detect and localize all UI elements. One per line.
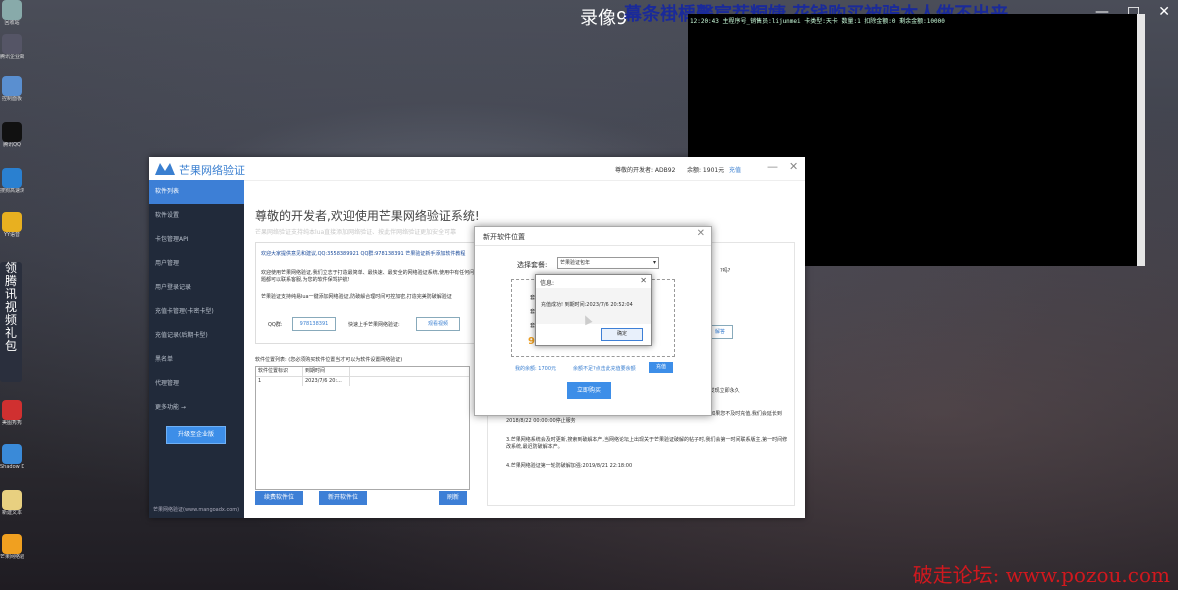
sidebar-item[interactable]: 更多功能 → [149, 396, 244, 420]
desktop-icon[interactable]: 腾讯QQ [0, 122, 24, 148]
sidebar-item[interactable]: 用户管理 [149, 252, 244, 276]
desktop-icon-label: 美图秀秀 [1, 420, 22, 426]
close-icon[interactable]: ✕ [1158, 4, 1170, 20]
desktop-icon-label: 腾讯企业邮 [0, 54, 24, 60]
cell-slot-id: 1 [256, 377, 303, 386]
console-scrollbar[interactable] [1137, 14, 1145, 266]
sidebar-item[interactable]: 软件列表 [149, 180, 244, 204]
app-shortcut-icon [2, 34, 22, 54]
announcement-4: 4.芒果网络验证第一轮防破解加强:2019/8/21 22:18:00 [506, 463, 633, 469]
balance-note[interactable]: 余额不足?点击此充值要余额 [573, 365, 636, 372]
watermark: 破走论坛: www.pozou.com [912, 563, 1170, 587]
app-minimize-icon[interactable]: — [767, 160, 778, 173]
sidebar-item[interactable]: 充值卡管理(卡密卡型) [149, 300, 244, 324]
notice-panel: 欢迎大家提供意见和建议,QQ:3558389921 QQ群:978138391 … [255, 242, 479, 344]
recorder-title: 录像9 [580, 8, 628, 29]
col-header-expiry: 到期时间 [303, 367, 350, 376]
watch-video-button[interactable]: 观看视频 [416, 317, 460, 331]
buy-now-button[interactable]: 立即购买 [567, 382, 611, 399]
chevron-down-icon: ▾ [652, 259, 656, 266]
app-shortcut-icon [2, 122, 22, 142]
dialog-recharge-button[interactable]: 充值 [649, 362, 673, 373]
desktop-icon[interactable]: YY语音 [0, 212, 24, 238]
sidebar-item[interactable]: 软件设置 [149, 204, 244, 228]
sidebar-footer: 芒果网络验证(www.mangoadx.com) [153, 507, 240, 513]
slot-list-title: 软件位置列表: (您必须购买软件位置当才可以为软件设置网络验证) [255, 357, 403, 363]
message-close-icon[interactable]: ✕ [640, 276, 647, 285]
app-shortcut-icon [2, 444, 22, 464]
desktop-icon[interactable]: 芒果网络验证 [0, 534, 24, 560]
notice-line-3: 芒果验证支持纯易lua一键添加网络验证,防破解合理时间可控加密,打造完美防破解验… [261, 294, 452, 300]
desktop-icon[interactable]: 搜狗高速浏览器 [0, 168, 24, 194]
app-shortcut-icon [2, 0, 22, 20]
desktop-icon-label: 回收站 [4, 20, 20, 26]
notice-line-2: 欢迎使用芒果网络验证,我们立志于打造最简单、最快速、最安全的网络验证系统,使用中… [261, 270, 475, 283]
mango-logo-icon [155, 163, 175, 175]
cell-expiry: 2023/7/6 20:... [303, 377, 350, 386]
col-header-slot-id: 软件位置标识 [256, 367, 303, 376]
desktop-icon[interactable]: 新建文本 [0, 490, 24, 516]
recharge-link[interactable]: 充值 [729, 165, 741, 174]
slot-table[interactable]: 软件位置标识 到期时间 1 2023/7/6 20:... [255, 366, 470, 490]
qq-group-button[interactable]: 978138391 [292, 317, 336, 331]
dialog-close-icon[interactable]: ✕ [697, 228, 705, 239]
upgrade-enterprise-button[interactable]: 升级至企业版 [166, 426, 226, 444]
message-title: 信息: [540, 280, 555, 287]
sidebar-item[interactable]: 卡包管理API [149, 228, 244, 252]
desktop-icon-label: 芒果网络验证 [0, 554, 24, 560]
welcome-heading: 尊敬的开发者,欢迎使用芒果网络验证系统! [255, 209, 480, 223]
sidebar-item[interactable]: 用户登录记录 [149, 276, 244, 300]
account-balance: 余额: 1901元 [687, 167, 725, 174]
sidebar-item[interactable]: 黑名单 [149, 348, 244, 372]
dialog-divider [475, 245, 711, 246]
app-shortcut-icon [2, 400, 22, 420]
app-header: 芒果网络验证 尊敬的开发者: ADB92 余额: 1901元 充值 — ✕ [149, 157, 805, 181]
app-close-icon[interactable]: ✕ [789, 160, 798, 173]
ok-button[interactable]: 确定 [601, 328, 643, 341]
desktop-icon-label: Shadow Defender [0, 464, 24, 470]
table-header: 软件位置标识 到期时间 [256, 367, 469, 377]
faq-question: ?吗? [720, 268, 731, 274]
app-shortcut-icon [2, 490, 22, 510]
renew-slot-button[interactable]: 续费软件位 [255, 491, 303, 505]
package-label: 选择套餐: [517, 261, 548, 269]
app-shortcut-icon [2, 212, 22, 232]
app-shortcut-icon [2, 534, 22, 554]
quick-start-label: 快速上手芒果网络验证: [348, 322, 400, 328]
my-balance: 我的余额: 1700元 [515, 366, 556, 372]
desktop-icon-label: YY语音 [3, 232, 21, 238]
info-message-box: 信息: ✕ 充值成功! 到期时间:2023/7/6 20:52:04 确定 [535, 274, 652, 346]
message-text: 充值成功! 到期时间:2023/7/6 20:52:04 [541, 302, 633, 308]
desktop-icon-label: 搜狗高速浏览器 [0, 188, 24, 194]
developer-name: 尊敬的开发者: ADB92 [615, 167, 676, 174]
qq-group-label: QQ群: [268, 322, 283, 328]
app-name: 芒果网络验证 [179, 164, 245, 177]
desktop-icon-label: 腾讯QQ [3, 142, 21, 148]
desktop-icon-label: 新建文本 [1, 510, 22, 516]
desktop-icon[interactable]: 美图秀秀 [0, 400, 24, 426]
sidebar: 软件列表 软件设置 卡包管理API 用户管理 用户登录记录 充值卡管理(卡密卡型) 充值记录… [149, 180, 244, 518]
welcome-subline: 芒果网络验证支持纯本lua直接添加网络验证、按此伴网络验证更加安全可靠 [255, 229, 457, 236]
tencent-video-banner[interactable]: 领腾讯视频礼包 [0, 262, 22, 382]
desktop-icon[interactable]: 腾讯企业邮 [0, 34, 24, 60]
sidebar-item[interactable]: 代理管理 [149, 372, 244, 396]
app-shortcut-icon [2, 168, 22, 188]
desktop-icon[interactable]: Shadow Defender [0, 444, 24, 470]
notice-line-1: 欢迎大家提供意见和建议,QQ:3558389921 QQ群:978138391 … [261, 251, 466, 257]
app-shortcut-icon [2, 76, 22, 96]
desktop-icon[interactable]: 控制面板 [0, 76, 24, 102]
package-value: 芒果验证包年 [560, 260, 591, 266]
sidebar-item[interactable]: 充值记录(后期卡型) [149, 324, 244, 348]
table-row[interactable]: 1 2023/7/6 20:... [256, 377, 469, 386]
announcement-3: 3.芒果网络系统会及时更新,搜索到破解本产,当网络论坛上出现关于芒果验证破解的帖… [506, 437, 788, 450]
new-slot-button[interactable]: 新开软件位 [319, 491, 367, 505]
package-select[interactable]: 芒果验证包年 ▾ [557, 257, 659, 269]
refresh-button[interactable]: 刷新 [439, 491, 467, 505]
console-line: 12:20:43 主程序号_销售员:lijunmei 卡类型:天卡 数量:1 扣… [690, 18, 945, 25]
desktop-icon[interactable]: 回收站 [0, 0, 24, 26]
desktop-icon-label: 控制面板 [1, 96, 22, 102]
dialog-title: 新开软件位置 [483, 233, 525, 241]
